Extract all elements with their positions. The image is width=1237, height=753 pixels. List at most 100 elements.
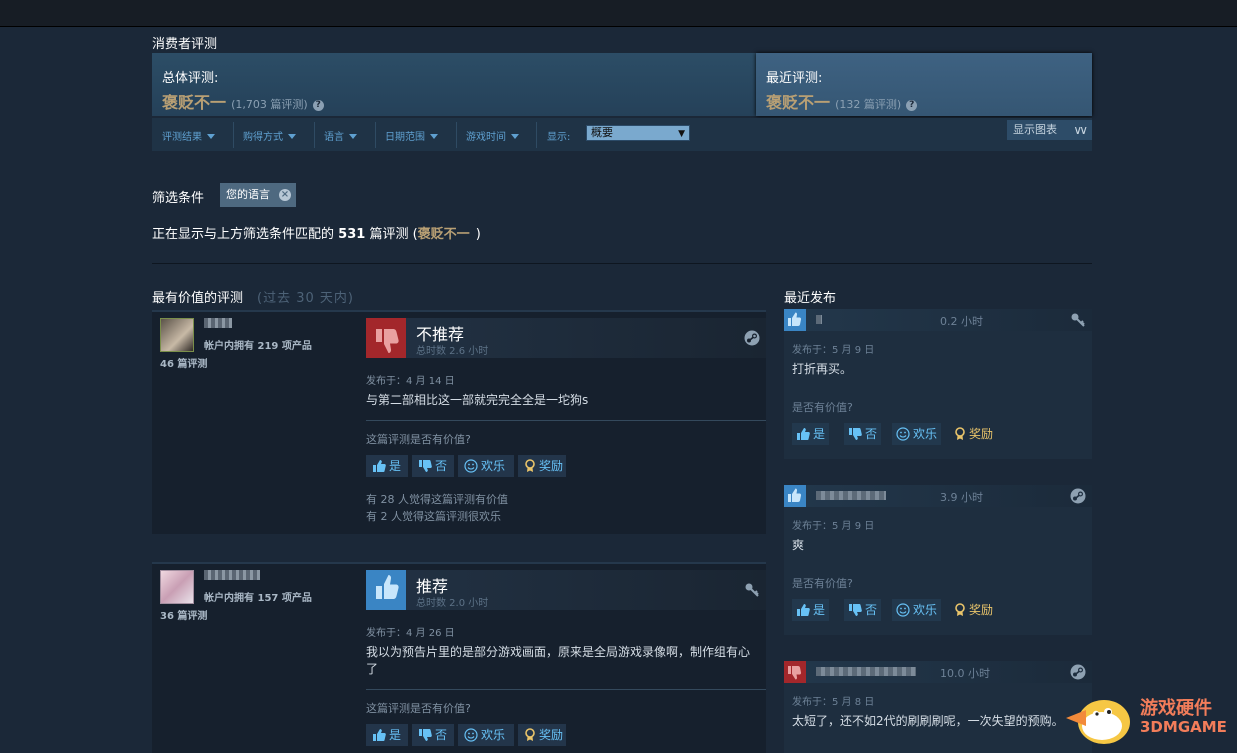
display-label: 显示: xyxy=(547,132,571,143)
caret-down-icon xyxy=(288,134,296,139)
vote-no-button[interactable]: 否 xyxy=(412,724,454,746)
review-count[interactable]: 36 篇评测 xyxy=(160,607,207,622)
filter-language[interactable]: 语言 xyxy=(324,128,357,143)
help-icon[interactable]: ? xyxy=(312,100,324,111)
vote-funny-button[interactable]: 欢乐 xyxy=(892,423,942,445)
filter-review-type[interactable]: 评测结果 xyxy=(162,128,215,143)
thumbs-down-icon xyxy=(784,661,806,683)
most-helpful-title: 最有价值的评测 (过去 30 天内) xyxy=(152,291,354,306)
review-verdict[interactable]: 不推荐 总时数 2.6 小时 xyxy=(366,318,766,358)
filter-bar: 评测结果 购得方式 语言 日期范围 游戏时间 显示: 概要 ▼ 显示图表 ∨∨ xyxy=(152,118,1092,151)
vote-yes-button[interactable]: 是 xyxy=(792,599,830,621)
play-hours: 总时数 2.0 小时 xyxy=(416,598,489,609)
award-button[interactable]: 奖励 xyxy=(518,455,566,477)
overall-rating[interactable]: 褒贬不一 xyxy=(162,93,226,112)
caret-down-icon xyxy=(430,134,438,139)
thumbs-up-icon xyxy=(797,604,810,616)
review-summary: 总体评测: 褒贬不一 (1,703 篇评测) ? 最近评测: 褒贬不一 (132… xyxy=(152,53,1092,116)
review-verdict[interactable]: 推荐 总时数 2.0 小时 xyxy=(366,570,766,610)
showing-count: 531 xyxy=(338,227,366,242)
showing-rating: 褒贬不一 xyxy=(417,227,470,242)
helpful-question: 这篇评测是否有价值? xyxy=(366,702,471,715)
award-button[interactable]: 奖励 xyxy=(950,599,997,621)
vote-no-button[interactable]: 否 xyxy=(412,455,454,477)
key-icon xyxy=(745,583,759,597)
display-select[interactable]: 概要 ▼ xyxy=(586,125,690,141)
section-title: 消费者评测 xyxy=(152,37,218,52)
caret-down-icon xyxy=(511,134,519,139)
reviewer-name[interactable] xyxy=(816,315,822,324)
thumbs-down-icon xyxy=(849,604,862,616)
recent-count: (132 篇评测) xyxy=(835,98,902,111)
key-icon xyxy=(1071,313,1085,327)
play-hours: 3.9 小时 xyxy=(940,491,983,504)
recent-reviews-panel: 最近评测: 褒贬不一 (132 篇评测) ? xyxy=(756,53,1092,116)
award-button[interactable]: 奖励 xyxy=(518,724,566,746)
avatar[interactable] xyxy=(160,318,194,352)
reviewer-name[interactable] xyxy=(204,318,232,328)
remove-filter-icon[interactable]: × xyxy=(279,189,291,201)
language-filter-chip[interactable]: 您的语言 × xyxy=(220,183,296,207)
review-text: 打折再买。 xyxy=(792,362,853,376)
steam-icon xyxy=(1070,488,1086,504)
thumbs-down-icon xyxy=(849,428,862,440)
thumbs-up-icon xyxy=(784,485,806,507)
vote-funny-button[interactable]: 欢乐 xyxy=(892,599,942,621)
watermark-cn: 游戏硬件 xyxy=(1140,698,1212,719)
review-count[interactable]: 46 篇评测 xyxy=(160,355,207,370)
vote-yes-button[interactable]: 是 xyxy=(366,455,408,477)
helpful-count: 有 28 人觉得这篇评测有价值 xyxy=(366,493,508,506)
vote-yes-button[interactable]: 是 xyxy=(366,724,408,746)
watermark-en: 3DMGAME xyxy=(1140,718,1227,736)
smiley-icon xyxy=(464,459,478,473)
products-owned[interactable]: 帐户内拥有 157 项产品 xyxy=(204,589,312,604)
recent-label: 最近评测: xyxy=(766,71,823,86)
recent-review-card: 3.9 小时 发布于：5 月 9 日 爽 是否有价值? 是 否 欢乐 奖励 xyxy=(784,485,1092,635)
recent-review-card: 10.0 小时 发布于：5 月 8 日 太短了，还不如2代的刷刷刷呢，一次失望的… xyxy=(784,661,1092,753)
show-chart-button[interactable]: 显示图表 ∨∨ xyxy=(1007,120,1092,140)
play-hours: 总时数 2.6 小时 xyxy=(416,346,489,357)
avatar[interactable] xyxy=(160,570,194,604)
reviewer-name[interactable] xyxy=(816,667,916,676)
filter-date-range[interactable]: 日期范围 xyxy=(385,128,438,143)
vote-no-button[interactable]: 否 xyxy=(844,599,882,621)
thumbs-up-icon xyxy=(373,729,386,741)
caret-down-icon xyxy=(207,134,215,139)
vote-yes-button[interactable]: 是 xyxy=(792,423,830,445)
showing-summary: 正在显示与上方筛选条件匹配的 531 篇评测 (褒贬不一) xyxy=(152,227,481,242)
posted-date: 发布于：5 月 9 日 xyxy=(792,521,875,532)
overall-label: 总体评测: xyxy=(162,71,219,86)
thumbs-up-icon xyxy=(373,460,386,472)
help-icon[interactable]: ? xyxy=(906,100,918,111)
reviewer-name[interactable] xyxy=(816,491,886,500)
review-text: 我以为预告片里的是部分游戏画面，原来是全局游戏录像啊，制作组有心了 xyxy=(366,645,751,676)
review-text: 爽 xyxy=(792,538,805,552)
posted-date: 发布于：5 月 8 日 xyxy=(792,697,875,708)
play-hours: 0.2 小时 xyxy=(940,315,983,328)
review-card: 帐户内拥有 157 项产品 36 篇评测 推荐 总时数 2.0 小时 发布于：4… xyxy=(152,562,766,753)
products-owned[interactable]: 帐户内拥有 219 项产品 xyxy=(204,337,312,352)
award-button[interactable]: 奖励 xyxy=(950,423,997,445)
filter-purchase-type[interactable]: 购得方式 xyxy=(243,128,296,143)
steam-icon xyxy=(744,330,760,346)
top-bar xyxy=(0,0,1237,27)
helpful-question: 是否有价值? xyxy=(792,577,853,590)
vote-funny-button[interactable]: 欢乐 xyxy=(458,455,514,477)
recent-rating[interactable]: 褒贬不一 xyxy=(766,93,830,112)
thumbs-up-icon xyxy=(784,309,806,331)
thumbs-down-icon xyxy=(366,318,406,358)
play-hours: 10.0 小时 xyxy=(940,667,990,680)
vote-no-button[interactable]: 否 xyxy=(844,423,882,445)
award-icon xyxy=(525,459,535,472)
reviewer-name[interactable] xyxy=(204,570,260,580)
helpful-question: 这篇评测是否有价值? xyxy=(366,433,471,446)
thumbs-up-icon xyxy=(366,570,406,610)
award-icon xyxy=(955,427,965,440)
overall-count: (1,703 篇评测) xyxy=(231,98,308,111)
filter-playtime[interactable]: 游戏时间 xyxy=(466,128,519,143)
funny-count: 有 2 人觉得这篇评测很欢乐 xyxy=(366,510,501,523)
thumbs-down-icon xyxy=(419,460,432,472)
smiley-icon xyxy=(896,427,910,441)
vote-funny-button[interactable]: 欢乐 xyxy=(458,724,514,746)
active-filters-label: 筛选条件 xyxy=(152,191,205,206)
